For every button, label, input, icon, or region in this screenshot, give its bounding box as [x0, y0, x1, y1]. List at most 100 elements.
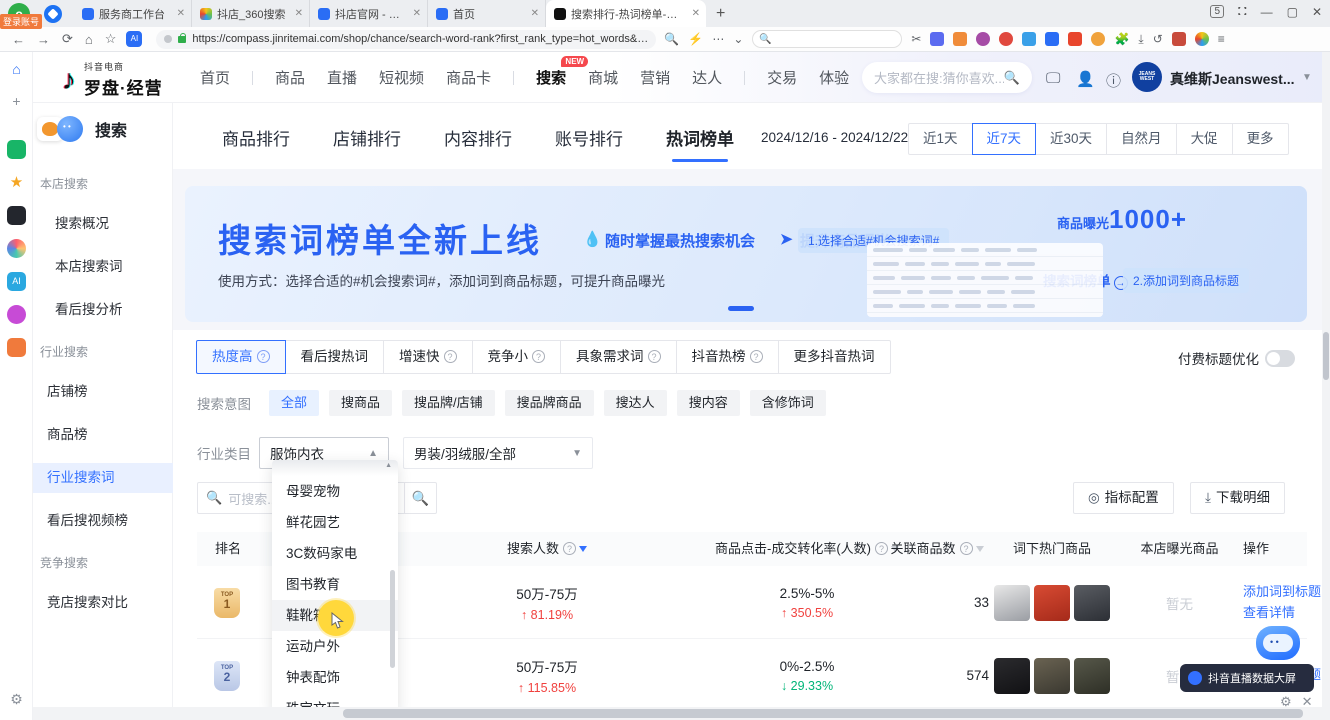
tab-shop-rank[interactable]: 店铺排行: [333, 125, 401, 150]
download-detail-button[interactable]: ⤓下载明细: [1190, 482, 1285, 514]
dropdown-option[interactable]: 母婴宠物: [272, 476, 398, 507]
menu-item[interactable]: 商品卡: [446, 67, 491, 88]
menu-item[interactable]: 交易: [767, 67, 797, 88]
help-icon[interactable]: ?: [532, 350, 545, 363]
dropdown-option[interactable]: 钟表配饰: [272, 662, 398, 693]
sort-desc-icon[interactable]: [579, 546, 587, 552]
product-thumb[interactable]: [994, 585, 1030, 621]
range-month[interactable]: 自然月: [1107, 123, 1177, 155]
rail-app-icon[interactable]: [7, 206, 26, 225]
sidebar-item[interactable]: 搜索概况: [33, 209, 173, 239]
rail-add-icon[interactable]: +: [7, 92, 26, 111]
window-count-badge[interactable]: 5: [1210, 5, 1224, 18]
pinned-compass-icon[interactable]: [44, 5, 62, 23]
range-1d[interactable]: 近1天: [908, 123, 973, 155]
menu-item[interactable]: 商城: [588, 67, 618, 88]
browser-tab-active[interactable]: 搜索排行-热词榜单-抖音电商 ✕: [546, 0, 706, 27]
sort-icon[interactable]: [976, 546, 984, 552]
intent-chip[interactable]: 搜商品: [329, 390, 392, 416]
account-name[interactable]: 真维斯Jeanswest...: [1170, 69, 1295, 89]
help-icon[interactable]: ?: [750, 350, 763, 363]
range-30d[interactable]: 近30天: [1036, 123, 1107, 155]
menu-item[interactable]: 达人: [692, 67, 722, 88]
intent-chip[interactable]: 搜品牌商品: [505, 390, 594, 416]
promo-banner[interactable]: 搜索词榜单全新上线 💧 随时掌握最热搜索机会 ➤ 提升商品曝光 使用方式：选择合…: [185, 186, 1307, 322]
puzzle-extensions-icon[interactable]: 🧩: [1114, 32, 1129, 46]
chip[interactable]: 具象需求词?: [561, 340, 677, 374]
rail-app-icon[interactable]: [7, 338, 26, 357]
extension-icon[interactable]: [999, 32, 1013, 46]
range-7d-active[interactable]: 近7天: [972, 123, 1037, 155]
tab-hotword-rank-active[interactable]: 热词榜单: [666, 125, 734, 150]
menu-item[interactable]: 商品: [275, 67, 305, 88]
sidebar-item[interactable]: 店铺榜: [33, 377, 173, 407]
brand-logo[interactable]: ♪ 抖音电商 罗盘·经营: [62, 60, 163, 99]
horizontal-scrollbar[interactable]: [33, 707, 1322, 720]
sidebar-item[interactable]: 看后搜视频榜: [33, 506, 173, 536]
extension-icon[interactable]: [1045, 32, 1059, 46]
back-icon[interactable]: ←: [12, 32, 25, 47]
tab-close-icon[interactable]: ✕: [295, 8, 303, 19]
mail-extension-icon[interactable]: [1022, 32, 1036, 46]
chevron-down-icon[interactable]: ▼: [1302, 72, 1312, 83]
forward-icon[interactable]: →: [37, 32, 50, 47]
menu-item[interactable]: 短视频: [379, 67, 424, 88]
info-icon[interactable]: ⓘ: [1106, 70, 1121, 91]
rail-star-icon[interactable]: ★: [7, 173, 26, 192]
rail-settings-icon[interactable]: ⚙: [7, 690, 26, 709]
favorites-icon[interactable]: ☆: [105, 31, 117, 47]
tab-close-icon[interactable]: ✕: [177, 8, 185, 19]
dropdown-option[interactable]: 图书教育: [272, 569, 398, 600]
header-search-users[interactable]: 搜索人数?: [447, 532, 647, 566]
help-icon[interactable]: ?: [257, 350, 270, 363]
extension-icon[interactable]: [953, 32, 967, 46]
dropdown-option[interactable]: 鲜花园艺: [272, 507, 398, 538]
extension-icon[interactable]: [930, 32, 944, 46]
carousel-indicator[interactable]: [728, 306, 754, 311]
paid-toggle-switch[interactable]: [1265, 350, 1295, 367]
ai-assistant-icon[interactable]: AI: [126, 31, 142, 47]
assistant-robot-icon[interactable]: [1256, 626, 1302, 668]
chip[interactable]: 看后搜热词: [286, 340, 385, 374]
chip[interactable]: 竞争小?: [473, 340, 562, 374]
subcategory-select[interactable]: 男装/羽绒服/全部▼: [403, 437, 593, 469]
theme-icon[interactable]: ⛚: [1238, 4, 1247, 19]
tab-account-rank[interactable]: 账号排行: [555, 125, 623, 150]
maximize-button[interactable]: ▢: [1287, 5, 1298, 19]
quick-search-input[interactable]: 🔍: [752, 30, 902, 48]
product-thumb[interactable]: [994, 658, 1030, 694]
metric-config-button[interactable]: ◎指标配置: [1073, 482, 1174, 514]
sidebar-item-active[interactable]: 行业搜索词: [33, 463, 173, 493]
browser-tab[interactable]: 抖店_360搜索 ✕: [192, 0, 310, 27]
reload-icon[interactable]: ⟳: [62, 31, 73, 47]
dropdown-scrollbar[interactable]: [390, 570, 395, 668]
expand-icon[interactable]: ⌄: [733, 32, 743, 46]
undo-icon[interactable]: ↺: [1153, 32, 1163, 46]
clip-extension-icon[interactable]: ✂: [911, 32, 921, 46]
sidebar-item[interactable]: 看后搜分析: [33, 295, 173, 325]
rail-app-icon[interactable]: [7, 239, 26, 258]
extension-icon[interactable]: [1068, 32, 1082, 46]
dropdown-option[interactable]: 3C数码家电: [272, 538, 398, 569]
sidebar-item[interactable]: 商品榜: [33, 420, 173, 450]
tab-close-icon[interactable]: ✕: [692, 8, 700, 19]
intent-chip[interactable]: 搜内容: [677, 390, 740, 416]
chip-hot-active[interactable]: 热度高?: [196, 340, 286, 374]
rail-app-icon[interactable]: [7, 305, 26, 324]
range-promo[interactable]: 大促: [1177, 123, 1233, 155]
menu-item[interactable]: 直播: [327, 67, 357, 88]
view-detail-link[interactable]: 查看详情: [1243, 603, 1295, 624]
word-search-button[interactable]: 🔍: [405, 482, 437, 514]
download-manager-icon[interactable]: ⤓: [1138, 32, 1143, 47]
chip[interactable]: 抖音热榜?: [677, 340, 779, 374]
tab-product-rank[interactable]: 商品排行: [222, 125, 290, 150]
product-thumb[interactable]: [1074, 585, 1110, 621]
dropdown-scroll-up-icon[interactable]: [272, 460, 398, 476]
new-tab-button[interactable]: +: [716, 5, 725, 23]
menu-item-search-active[interactable]: 搜索 NEW: [536, 67, 566, 88]
zoom-page-icon[interactable]: 🔍: [664, 32, 679, 46]
tab-close-icon[interactable]: ✕: [531, 8, 539, 19]
tab-content-rank[interactable]: 内容排行: [444, 125, 512, 150]
menu-item[interactable]: 体验: [819, 67, 849, 88]
assistant-tooltip[interactable]: 抖音直播数据大屏: [1180, 664, 1314, 692]
